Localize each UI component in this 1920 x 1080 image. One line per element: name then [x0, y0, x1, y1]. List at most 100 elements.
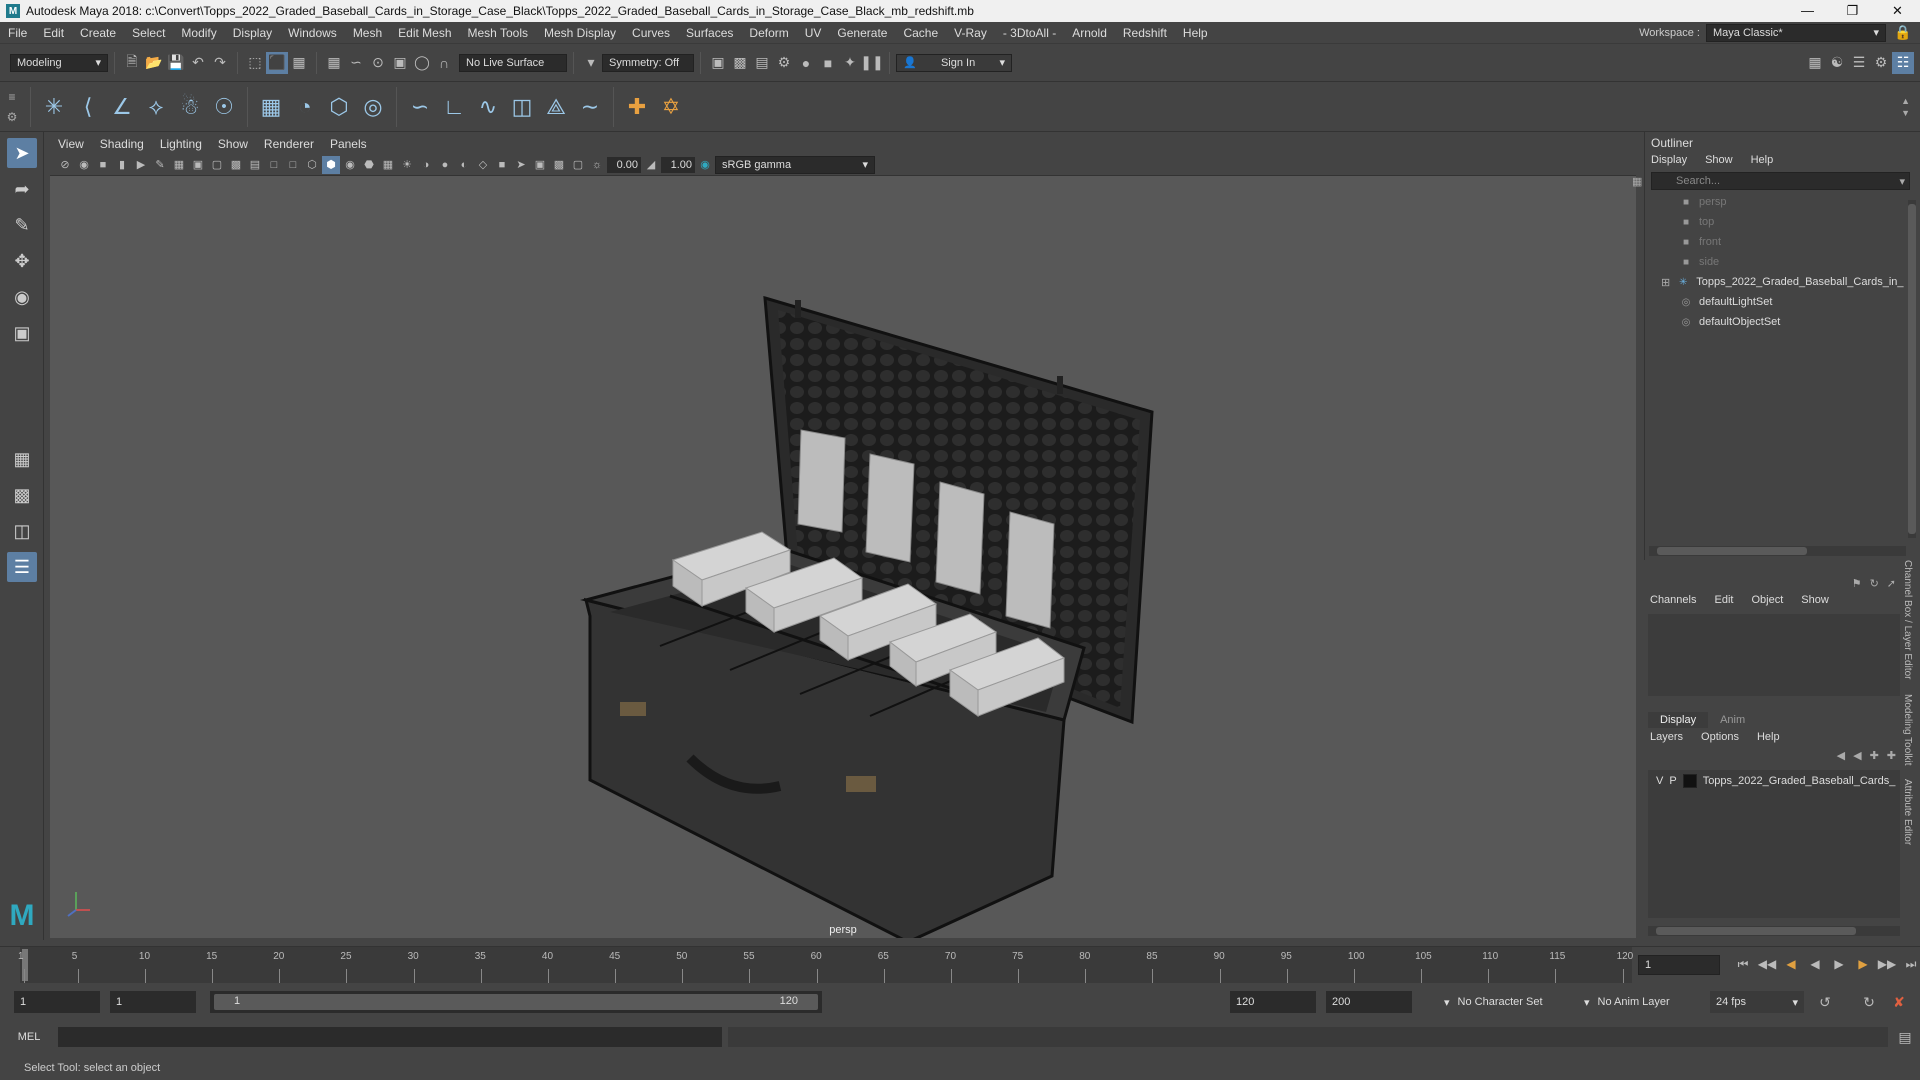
outliner-item[interactable]: ■ side [1645, 252, 1920, 272]
layer-menu-help[interactable]: Help [1757, 731, 1780, 743]
tool-settings-icon[interactable]: ⚙ [1870, 52, 1892, 74]
safe-action-icon[interactable]: □ [265, 156, 283, 174]
paint-select-tool-icon[interactable]: ✎ [7, 210, 37, 240]
move-layer-up-icon[interactable]: ◀ [1837, 749, 1845, 762]
outliner-h-scrollbar[interactable] [1649, 546, 1906, 556]
wave-deformer-icon[interactable]: ∼ [575, 92, 605, 122]
save-scene-icon[interactable]: 💾 [165, 52, 187, 74]
animation-prefs-icon[interactable]: ✘ [1888, 991, 1910, 1013]
select-component-icon[interactable]: ▦ [288, 52, 310, 74]
redshift-render-icon[interactable]: ■ [817, 52, 839, 74]
menu-mesh-tools[interactable]: Mesh Tools [460, 26, 536, 40]
select-object-icon[interactable]: ⬛ [266, 51, 288, 74]
constraint-aim-icon[interactable]: ✡ [656, 92, 686, 122]
go-to-start-icon[interactable]: ⏮ [1734, 955, 1752, 973]
new-layer-selected-icon[interactable]: ✚ [1887, 749, 1896, 762]
lock-icon[interactable]: 🔒 [1892, 22, 1914, 44]
anim-layer-dropdown[interactable]: ▾ No Anim Layer [1578, 991, 1696, 1013]
lattice-icon[interactable]: ▦ [256, 92, 286, 122]
menu-modify[interactable]: Modify [173, 26, 224, 40]
magnet-icon[interactable]: ∩ [433, 52, 455, 74]
live-surface-field[interactable]: No Live Surface [459, 53, 567, 72]
render-settings-icon[interactable]: ⚙ [773, 52, 795, 74]
human-ik-icon[interactable]: ☯ [1826, 52, 1848, 74]
outliner-item[interactable]: ■ persp [1645, 192, 1920, 212]
scrollbar-thumb[interactable] [1657, 547, 1807, 555]
script-editor-icon[interactable]: ▤ [1894, 1026, 1916, 1048]
menu-generate[interactable]: Generate [829, 26, 895, 40]
menu-select[interactable]: Select [124, 26, 173, 40]
sign-in-dropdown[interactable]: 👤 Sign In ▾ [896, 53, 1012, 72]
step-back-frame-icon[interactable]: ◀ [1782, 955, 1800, 973]
outliner-item[interactable]: ■ top [1645, 212, 1920, 232]
constraint-point-icon[interactable]: ✚ [622, 92, 652, 122]
xray-joints-icon[interactable]: ▩ [550, 156, 568, 174]
layer-tab-anim[interactable]: Anim [1708, 712, 1757, 728]
layer-menu-options[interactable]: Options [1701, 731, 1739, 743]
script-language-toggle[interactable]: MEL [0, 1031, 58, 1043]
gamma-icon[interactable]: ◢ [642, 156, 660, 174]
new-scene-icon[interactable]: 🗎 [121, 52, 143, 74]
xray-components-icon[interactable]: ▢ [569, 156, 587, 174]
layer-playback-toggle[interactable]: P [1669, 775, 1676, 787]
menu-redshift[interactable]: Redshift [1115, 26, 1175, 40]
sine-deformer-icon[interactable]: ∿ [473, 92, 503, 122]
character-set-dropdown[interactable]: ▾ No Character Set [1438, 991, 1574, 1013]
channel-menu-edit[interactable]: Edit [1714, 594, 1733, 606]
joint-tool-icon[interactable]: ✳ [39, 92, 69, 122]
play-forward-icon[interactable]: ▶ [1830, 955, 1848, 973]
playback-end-field[interactable]: 120 [1230, 991, 1316, 1013]
gamma-field[interactable]: 1.00 [661, 156, 695, 173]
menu-file[interactable]: File [0, 26, 35, 40]
shelf-scroll-down-icon[interactable]: ▼ [1901, 108, 1910, 118]
ik-handle-icon[interactable]: ⟨ [73, 92, 103, 122]
shelf-scroll-up-icon[interactable]: ▲ [1901, 96, 1910, 106]
step-forward-frame-icon[interactable]: ▶ [1854, 955, 1872, 973]
snap-curve-icon[interactable]: ∽ [345, 52, 367, 74]
scrollbar-thumb[interactable] [1656, 927, 1856, 935]
redo-icon[interactable]: ↷ [209, 52, 231, 74]
outliner-item[interactable]: ◎ defaultObjectSet [1645, 312, 1920, 332]
menu-arnold[interactable]: Arnold [1064, 26, 1115, 40]
redshift-ipr-icon[interactable]: ✦ [839, 52, 861, 74]
shelf-menu-icon[interactable]: ≡ [8, 90, 15, 104]
wireframe-icon[interactable]: ⬡ [303, 156, 321, 174]
gate-mask-icon[interactable]: ▩ [227, 156, 245, 174]
playback-start-field[interactable]: 1 [110, 991, 196, 1013]
channel-menu-channels[interactable]: Channels [1650, 594, 1696, 606]
outliner-menu-help[interactable]: Help [1751, 154, 1774, 166]
symmetry-dropdown[interactable]: Symmetry: Off [602, 53, 694, 72]
four-view-layout-icon[interactable]: ▩ [7, 480, 37, 510]
shadows-icon[interactable]: ◑ [417, 156, 435, 174]
channel-box-refresh-icon[interactable]: ↻ [1870, 577, 1879, 590]
loop-icon[interactable]: ↺ [1814, 991, 1836, 1013]
outliner-menu-display[interactable]: Display [1651, 154, 1687, 166]
bookmark-icon[interactable]: ■ [94, 156, 112, 174]
lasso-tool-icon[interactable]: ➦ [7, 174, 37, 204]
go-to-end-icon[interactable]: ⏭ [1902, 955, 1920, 973]
layer-row[interactable]: V P Topps_2022_Graded_Baseball_Cards_ [1648, 770, 1900, 792]
safe-title-icon[interactable]: □ [284, 156, 302, 174]
pause-icon[interactable]: ❚❚ [860, 52, 883, 74]
channel-menu-show[interactable]: Show [1801, 594, 1829, 606]
channel-box-pin-icon[interactable]: ➚ [1887, 577, 1896, 590]
image-plane-icon[interactable]: ▮ [113, 156, 131, 174]
viewport-menu-panels[interactable]: Panels [322, 137, 375, 151]
default-material-icon[interactable]: ◉ [341, 156, 359, 174]
expand-icon[interactable]: ⊞ [1661, 276, 1670, 289]
ipr-render-icon[interactable]: ▤ [751, 52, 773, 74]
side-tab-channel-box-layer-editor[interactable]: Channel Box / Layer Editor [1902, 560, 1913, 680]
menu-v-ray[interactable]: V-Ray [946, 26, 995, 40]
layer-menu-layers[interactable]: Layers [1650, 731, 1683, 743]
scrollbar-thumb[interactable] [1908, 204, 1916, 534]
select-tool-icon[interactable]: ➤ [7, 138, 37, 168]
outliner-layout-icon[interactable]: ☰ [7, 552, 37, 582]
open-scene-icon[interactable]: 📂 [143, 52, 165, 74]
outliner-search-input[interactable]: ▦ Search... ▾ [1632, 172, 1910, 190]
viewport-menu-shading[interactable]: Shading [92, 137, 152, 151]
attribute-editor-icon[interactable]: ☰ [1848, 52, 1870, 74]
motion-blur-icon[interactable]: ◐ [455, 156, 473, 174]
viewport-menu-view[interactable]: View [50, 137, 92, 151]
exposure-field[interactable]: 0.00 [607, 156, 641, 173]
film-gate-icon[interactable]: ▣ [189, 156, 207, 174]
